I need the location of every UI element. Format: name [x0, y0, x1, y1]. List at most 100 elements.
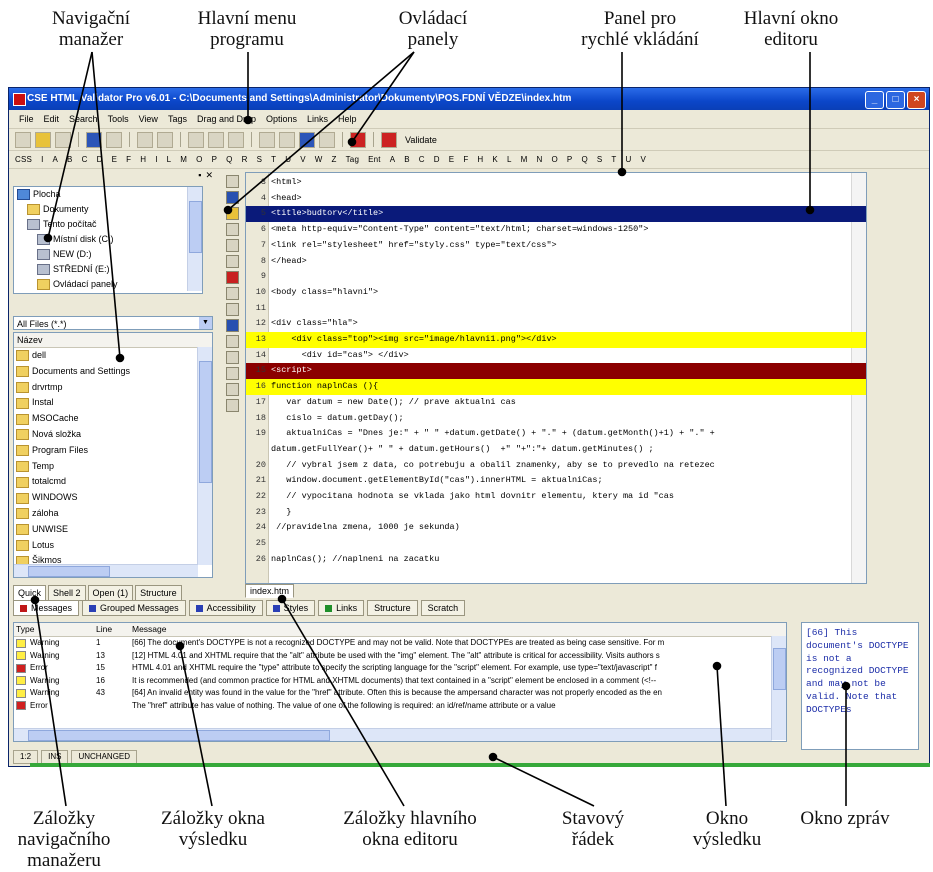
print-preview-icon[interactable] [106, 131, 122, 148]
insert-entity-button[interactable]: N [536, 155, 542, 164]
open-file-icon[interactable] [35, 131, 51, 148]
menu-item[interactable]: Search [69, 111, 98, 128]
table-row[interactable]: Warning 1 [66] The document's DOCTYPE is n… [14, 637, 786, 650]
list-item[interactable]: Program Files [14, 443, 212, 459]
insert-char-button[interactable]: U [285, 155, 291, 164]
tools-icon[interactable] [319, 131, 335, 148]
result-tab[interactable]: Accessibility [188, 600, 263, 616]
tool-icon[interactable] [225, 207, 239, 220]
insert-char-button[interactable]: L [167, 155, 172, 164]
insert-entity-button[interactable]: L [507, 155, 512, 164]
insert-char-button[interactable]: B [67, 155, 73, 164]
nav-tab[interactable]: Shell 2 [48, 585, 86, 601]
replace-icon[interactable] [299, 131, 315, 148]
list-item[interactable]: MSOCache [14, 411, 212, 427]
code-line[interactable]: 8 </head> [246, 254, 866, 270]
list-item[interactable]: WINDOWS [14, 490, 212, 506]
tree-item[interactable]: Tento počítač [14, 217, 202, 232]
insert-entity-button[interactable]: E [449, 155, 455, 164]
insert-char-button[interactable]: Z [332, 155, 337, 164]
list-item[interactable]: Lotus [14, 538, 212, 554]
panel-close-icon[interactable]: ✕ [205, 170, 213, 186]
list-item[interactable]: záloha [14, 506, 212, 522]
save-all-icon[interactable] [55, 131, 71, 148]
result-tab[interactable]: Scratch [420, 600, 466, 616]
menu-item[interactable]: Help [338, 111, 357, 128]
browser-preview-icon[interactable] [350, 131, 366, 148]
paste-icon[interactable] [228, 131, 244, 148]
insert-char-button[interactable]: M [180, 155, 187, 164]
table-row[interactable]: Warning 13 [12] HTML 4.01 and XHTML requir… [14, 650, 786, 663]
table-row[interactable]: Warning 16 It is recommended (and common p… [14, 675, 786, 688]
code-line[interactable]: 22 // vypocitana hodnota se vklada jako … [246, 489, 866, 505]
code-line[interactable]: datum.getFullYear()+ " " + datum.getHour… [246, 442, 866, 458]
insert-char-button[interactable]: V [300, 155, 306, 164]
col-type[interactable]: Type [14, 623, 96, 636]
insert-char-button[interactable]: P [212, 155, 218, 164]
code-line[interactable]: 26 naplnCas(); //naplneni na zacatku [246, 552, 866, 568]
undo-icon[interactable] [137, 131, 153, 148]
table-row[interactable]: Warning 43 [64] An invalid entity was foun… [14, 687, 786, 700]
tree-item[interactable]: Ovládací panely [14, 277, 202, 292]
tree-item[interactable]: Dokumenty [14, 202, 202, 217]
file-list-hscrollbar[interactable] [14, 564, 198, 577]
code-line[interactable]: 11 [246, 301, 866, 317]
insert-char-button[interactable]: Q [226, 155, 232, 164]
insert-entity-button[interactable]: T [611, 155, 616, 164]
insert-entity-button[interactable]: U [626, 155, 632, 164]
cut-icon[interactable] [188, 131, 204, 148]
insert-entity-button[interactable]: S [597, 155, 603, 164]
insert-char-button[interactable]: F [126, 155, 131, 164]
pin-icon[interactable]: ▪ [198, 170, 201, 186]
menu-item[interactable]: Tools [108, 111, 129, 128]
insert-char-button[interactable]: H [140, 155, 146, 164]
tree-item[interactable]: STŘEDNÍ (E:) [14, 262, 202, 277]
insert-char-button[interactable]: I [41, 155, 43, 164]
tool-icon[interactable] [225, 175, 239, 188]
tool-icon[interactable] [225, 319, 239, 332]
code-line[interactable]: 20 // vybral jsem z data, co potrebuju a… [246, 458, 866, 474]
insert-char-button[interactable]: C [82, 155, 88, 164]
insert-char-button[interactable]: CSS [15, 155, 32, 164]
code-line[interactable]: 21 window.document.getElementById("cas")… [246, 473, 866, 489]
validate-icon[interactable] [381, 131, 397, 148]
code-line[interactable]: 13 <div class="top"><img src="image/hlav… [246, 332, 866, 348]
code-line[interactable]: 17 var datum = new Date(); // prave aktu… [246, 395, 866, 411]
insert-char-button[interactable]: A [53, 155, 59, 164]
insert-entity-button[interactable]: B [404, 155, 410, 164]
result-tab[interactable]: Styles [265, 600, 316, 616]
list-item[interactable]: Instal [14, 395, 212, 411]
list-item[interactable]: Nová složka [14, 427, 212, 443]
code-line[interactable]: 18 cislo = datum.getDay(); [246, 411, 866, 427]
insert-entity-button[interactable]: A [390, 155, 396, 164]
col-message[interactable]: Message [132, 623, 786, 636]
results-scrollbar[interactable] [771, 636, 786, 740]
tool-icon[interactable] [225, 335, 239, 348]
insert-entity-button[interactable]: Q [581, 155, 587, 164]
tree-item[interactable]: NEW (D:) [14, 247, 202, 262]
nav-tab[interactable]: Structure [135, 585, 182, 601]
tool-icon[interactable] [225, 303, 239, 316]
code-line[interactable]: 9 [246, 269, 866, 285]
tool-icon[interactable] [225, 255, 239, 268]
code-line[interactable]: 5 <title>budtorv</title> [246, 206, 866, 223]
insert-entity-button[interactable]: C [419, 155, 425, 164]
code-line[interactable]: 15 <script> [246, 363, 866, 380]
tool-icon[interactable] [225, 367, 239, 380]
file-filter-select[interactable]: All Files (*.*) ▼ [13, 316, 213, 330]
tool-icon[interactable] [225, 351, 239, 364]
tool-icon[interactable] [225, 239, 239, 252]
menu-item[interactable]: File [19, 111, 34, 128]
file-list-scrollbar[interactable] [197, 347, 212, 565]
insert-char-button[interactable]: O [196, 155, 202, 164]
code-line[interactable]: 4 <head> [246, 191, 866, 207]
insert-entity-button[interactable]: Ent [368, 155, 381, 164]
list-item[interactable]: UNWISE [14, 522, 212, 538]
menu-item[interactable]: Tags [168, 111, 187, 128]
tool-icon[interactable] [225, 287, 239, 300]
insert-entity-button[interactable]: K [492, 155, 498, 164]
insert-char-button[interactable]: I [155, 155, 157, 164]
find-icon[interactable] [279, 131, 295, 148]
insert-entity-button[interactable]: O [551, 155, 557, 164]
validate-button[interactable]: Validate [401, 135, 441, 145]
